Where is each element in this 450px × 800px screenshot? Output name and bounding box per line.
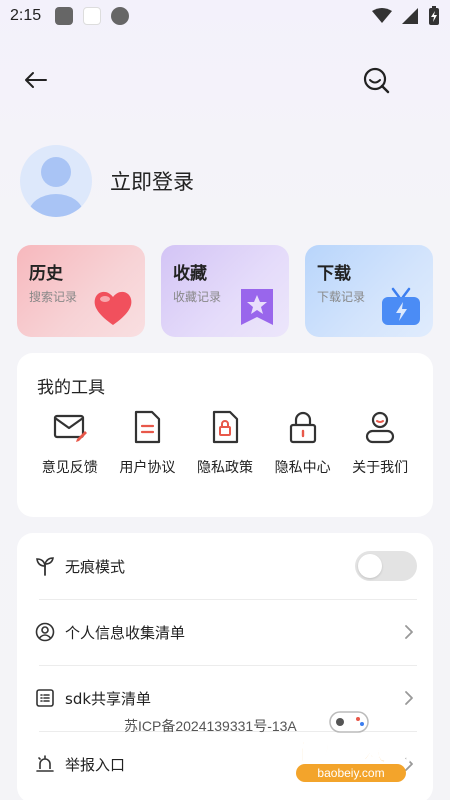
star-bookmark-icon (241, 289, 273, 325)
list-icon (36, 689, 54, 707)
document-icon (135, 410, 161, 444)
tool-privacy-center[interactable]: 隐私中心 (264, 409, 342, 477)
feedback-envelope-icon (53, 414, 87, 442)
favorite-card[interactable]: 收藏 收藏记录 (161, 245, 289, 337)
status-right (372, 6, 440, 26)
notification-app-icon (55, 7, 74, 25)
back-arrow-icon (25, 72, 47, 88)
heart-icon (94, 291, 132, 325)
status-bar: 2:15 (0, 0, 450, 32)
personal-info-list-label: 个人信息收集清单 (65, 623, 186, 642)
tool-feedback[interactable]: 意见反馈 (31, 409, 109, 477)
watermark-url: baobeiy.com (296, 764, 406, 782)
battery-icon (429, 6, 439, 25)
report-entry-label: 举报入口 (65, 755, 126, 774)
tool-about-us[interactable]: 关于我们 (341, 409, 419, 477)
default-avatar-icon (29, 157, 83, 217)
tool-user-agreement-label: 用户协议 (119, 460, 176, 476)
tool-privacy-policy-label: 隐私政策 (196, 460, 253, 476)
tool-privacy-policy[interactable]: 隐私政策 (186, 409, 264, 477)
notification-blank-icon (83, 7, 102, 25)
watermark-text: 宝贝游戏网 (291, 738, 412, 767)
watermark: 宝贝游戏网 baobeiy.com (276, 706, 426, 796)
personal-info-list-row[interactable]: 个人信息收集清单 (35, 599, 417, 665)
tools-title: 我的工具 (37, 378, 105, 398)
tools-row: 意见反馈 用户协议 隐私政策 隐私中心 关于我们 (31, 409, 419, 477)
back-button[interactable] (20, 64, 52, 96)
padlock-icon (289, 411, 316, 444)
profile-header[interactable]: 立即登录 (20, 145, 194, 217)
search-button[interactable] (360, 64, 392, 96)
incognito-mode-label: 无痕模式 (65, 557, 126, 576)
privacy-document-lock-icon (212, 410, 239, 444)
download-card-title: 下载 (317, 264, 351, 284)
search-icon (363, 67, 390, 94)
history-card-title: 历史 (29, 264, 63, 284)
status-time: 2:15 (10, 7, 42, 24)
signal-icon (402, 8, 418, 24)
tv-download-icon (382, 287, 420, 325)
chevron-right-icon (405, 625, 413, 639)
history-card[interactable]: 历史 搜索记录 (17, 245, 145, 337)
wifi-icon (372, 8, 392, 23)
download-card[interactable]: 下载 下载记录 (305, 245, 433, 337)
notification-infinity-icon (111, 7, 130, 25)
favorite-card-title: 收藏 (173, 264, 207, 284)
login-link[interactable]: 立即登录 (110, 166, 194, 196)
user-circle-icon (35, 622, 55, 642)
sprout-icon (36, 557, 54, 576)
incognito-mode-row: 无痕模式 (35, 533, 417, 599)
quick-cards: 历史 搜索记录 收藏 收藏记录 下载 下载记录 (17, 245, 433, 337)
tool-feedback-label: 意见反馈 (41, 460, 98, 476)
toggle-knob (358, 554, 382, 578)
icp-record: 苏ICP备2024139331号-13A (124, 718, 297, 734)
sdk-share-list-label: sdk共享清单 (65, 689, 152, 708)
my-tools-card: 我的工具 意见反馈 用户协议 隐私政策 隐私中心 关于我们 (17, 353, 433, 517)
incognito-mode-toggle[interactable] (355, 551, 417, 581)
top-nav (0, 60, 450, 100)
tool-privacy-center-label: 隐私中心 (274, 460, 331, 476)
chevron-right-icon (405, 691, 413, 705)
avatar[interactable] (20, 145, 92, 217)
tool-user-agreement[interactable]: 用户协议 (109, 409, 187, 477)
person-icon (366, 411, 395, 444)
bell-icon (36, 755, 54, 772)
tool-about-us-label: 关于我们 (352, 460, 409, 476)
